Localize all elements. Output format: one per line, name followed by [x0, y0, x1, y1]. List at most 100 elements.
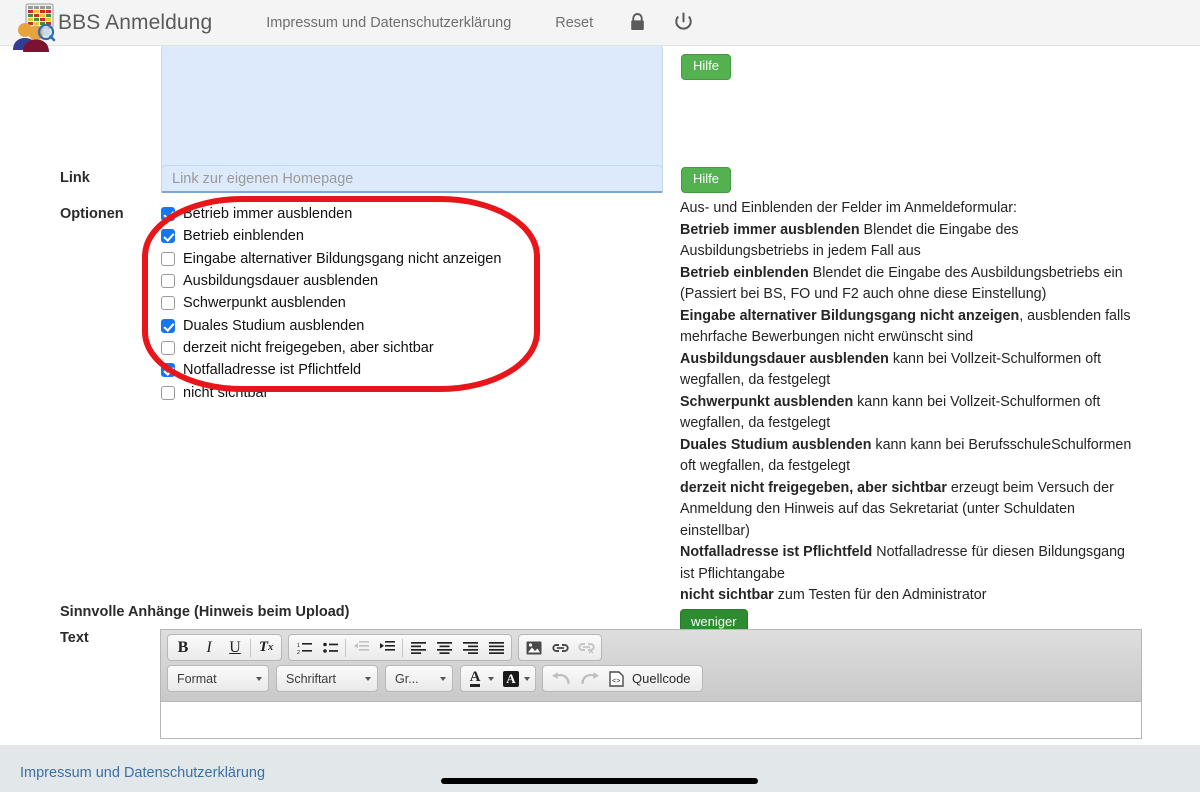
editor-toolbar: B I U Tx 12 Format Schriftart Gr... A A … [161, 630, 1141, 702]
format-dropdown[interactable]: Format [167, 665, 269, 692]
align-left-icon[interactable] [405, 636, 431, 659]
nav-link-reset[interactable]: Reset [533, 15, 615, 31]
editor-toolbar-row-2: Format Schriftart Gr... A A <> Quellcode [167, 665, 1136, 692]
option-label: derzeit nicht freigegeben, aber sichtbar [183, 339, 434, 356]
help-entry-term: Schwerpunkt ausblenden [680, 393, 854, 410]
list-align-group: 12 [288, 634, 512, 661]
help-entry: Schwerpunkt ausblenden kann kann bei Vol… [680, 392, 1132, 435]
underline-icon[interactable]: U [222, 636, 248, 659]
svg-text:2: 2 [297, 650, 300, 655]
help-entry-term: Ausbildungsdauer ausblenden [680, 350, 889, 367]
help-intro: Aus- und Einblenden der Felder im Anmeld… [680, 200, 1017, 216]
option-checkbox[interactable] [161, 318, 175, 333]
option-checkbox[interactable] [161, 229, 175, 244]
option-item[interactable]: Duales Studium ausblenden [161, 314, 531, 336]
bold-icon[interactable]: B [170, 636, 196, 659]
outdent-icon[interactable] [348, 636, 374, 659]
link-input[interactable] [161, 165, 663, 193]
editor-toolbar-row-1: B I U Tx 12 [167, 634, 1136, 661]
source-code-icon[interactable]: <> [605, 667, 627, 690]
option-label: Betrieb einblenden [183, 228, 304, 245]
option-item[interactable]: Ausbildungsdauer ausblenden [161, 270, 531, 292]
text-style-group: B I U Tx [167, 634, 282, 661]
align-center-icon[interactable] [431, 636, 457, 659]
people-table-magnifier-logo [13, 3, 56, 52]
option-item[interactable]: nicht sichtbar [161, 381, 531, 403]
option-label: Schwerpunkt ausblenden [183, 295, 346, 312]
option-label: Notfalladresse ist Pflichtfeld [183, 362, 362, 379]
help-entry: Betrieb einblenden Blendet die Eingabe d… [680, 263, 1132, 306]
size-dropdown-label: Gr... [395, 671, 419, 686]
option-label: Eingabe alternativer Bildungsgang nicht … [183, 250, 502, 267]
option-checkbox[interactable] [161, 251, 175, 266]
text-color-icon[interactable]: A [463, 667, 487, 690]
svg-text:<>: <> [612, 678, 620, 686]
hilfe-button-textarea[interactable]: Hilfe [681, 54, 732, 80]
option-item[interactable]: Schwerpunkt ausblenden [161, 292, 531, 314]
insert-group [518, 634, 602, 661]
option-item[interactable]: Betrieb einblenden [161, 225, 531, 247]
unlink-icon[interactable] [573, 636, 599, 659]
redo-icon[interactable] [575, 667, 605, 690]
rich-text-editor: B I U Tx 12 Format Schriftart Gr... A A … [160, 629, 1142, 739]
help-entry-term: nicht sichtbar [680, 587, 774, 603]
source-code-label[interactable]: Quellcode [627, 671, 694, 686]
help-entry: Notfalladresse ist Pflichtfeld Notfallad… [680, 542, 1132, 585]
chevron-down-icon [365, 676, 371, 681]
chevron-down-icon [524, 676, 530, 681]
option-item[interactable]: derzeit nicht freigegeben, aber sichtbar [161, 337, 531, 359]
option-label: Duales Studium ausblenden [183, 317, 365, 334]
option-item[interactable]: Notfalladresse ist Pflichtfeld [161, 359, 531, 381]
link-row-label: Link [60, 170, 90, 186]
numbered-list-icon[interactable]: 12 [291, 636, 317, 659]
option-checkbox[interactable] [161, 363, 175, 378]
chevron-down-icon [488, 676, 494, 681]
option-checkbox[interactable] [161, 274, 175, 289]
brand-title[interactable]: BBS Anmeldung [58, 11, 212, 35]
indent-icon[interactable] [374, 636, 400, 659]
help-entry-term: Duales Studium ausblenden [680, 436, 872, 453]
bulleted-list-icon[interactable] [317, 636, 343, 659]
size-dropdown[interactable]: Gr... [385, 665, 453, 692]
color-group: A A [460, 665, 536, 692]
option-checkbox[interactable] [161, 296, 175, 311]
help-entry-term: Betrieb einblenden [680, 264, 809, 281]
image-icon[interactable] [521, 636, 547, 659]
undo-icon[interactable] [545, 667, 575, 690]
nav-link-impressum[interactable]: Impressum und Datenschutzerklärung [244, 15, 533, 31]
help-entry-term: Notfalladresse ist Pflichtfeld [680, 544, 873, 560]
option-checkbox[interactable] [161, 340, 175, 355]
option-checkbox[interactable] [161, 385, 175, 400]
align-right-icon[interactable] [457, 636, 483, 659]
help-entry-term: Betrieb immer ausblenden [680, 221, 860, 238]
description-textarea[interactable] [161, 44, 663, 180]
text-row-label: Text [60, 630, 89, 646]
power-icon[interactable] [660, 12, 707, 33]
font-dropdown[interactable]: Schriftart [276, 665, 378, 692]
help-entry: nicht sichtbar zum Testen für den Admini… [680, 585, 1132, 607]
chevron-down-icon [440, 676, 446, 681]
format-dropdown-label: Format [177, 671, 217, 686]
remove-format-icon[interactable]: Tx [253, 636, 279, 659]
bg-color-icon[interactable]: A [499, 667, 523, 690]
option-checkbox[interactable] [161, 207, 175, 222]
lock-icon[interactable] [615, 12, 660, 33]
help-entry: Ausbildungsdauer ausblenden kann bei Vol… [680, 349, 1132, 392]
help-entry: Betrieb immer ausblenden Blendet die Ein… [680, 220, 1132, 263]
attachments-heading: Sinnvolle Anhänge (Hinweis beim Upload) [60, 604, 350, 620]
justify-icon[interactable] [483, 636, 509, 659]
italic-icon[interactable]: I [196, 636, 222, 659]
editor-content-area[interactable] [161, 702, 1141, 738]
page-body: Hilfe Link Hilfe Optionen Betrieb immer … [0, 44, 1200, 745]
option-item[interactable]: Eingabe alternativer Bildungsgang nicht … [161, 248, 531, 270]
options-checkbox-list: Betrieb immer ausblenden Betrieb einblend… [161, 203, 531, 404]
hilfe-button-link[interactable]: Hilfe [681, 167, 732, 193]
option-label: Betrieb immer ausblenden [183, 206, 353, 223]
footer-link-impressum[interactable]: Impressum und Datenschutzerklärung [20, 765, 265, 781]
option-item[interactable]: Betrieb immer ausblenden [161, 203, 531, 225]
home-indicator-bar [441, 778, 758, 784]
help-entry: derzeit nicht freigegeben, aber sichtbar… [680, 478, 1132, 543]
font-dropdown-label: Schriftart [286, 671, 337, 686]
help-entry-term: derzeit nicht freigegeben, aber sichtbar [680, 479, 947, 496]
link-icon[interactable] [547, 636, 573, 659]
